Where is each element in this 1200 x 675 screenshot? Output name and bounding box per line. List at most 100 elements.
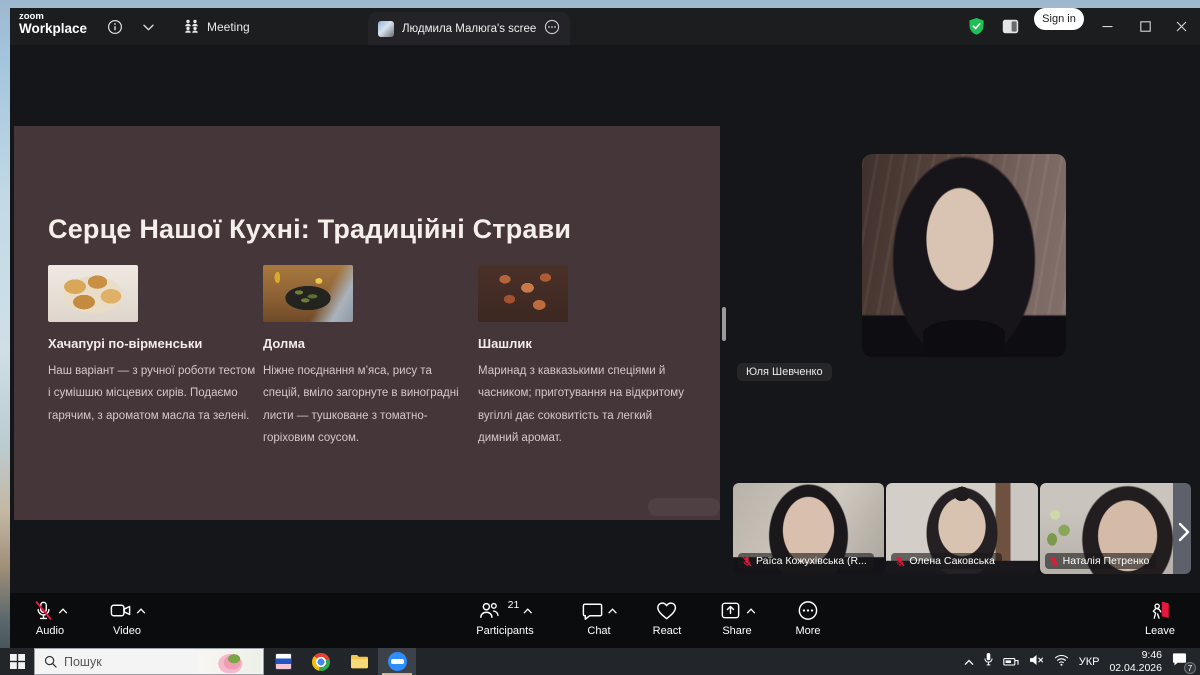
title-bar: zoom Workplace Meeting Людмила Малюга's … — [10, 8, 1200, 45]
tray-time: 9:46 — [1142, 649, 1162, 661]
share-button[interactable]: Share — [719, 598, 756, 637]
shared-screen-scrollbar[interactable] — [722, 307, 726, 341]
dish-description: Ніжне поєднання м’яса, рису та спецій, в… — [263, 360, 471, 450]
dish-description: Маринад з кавказькими спеціями й часнико… — [478, 360, 686, 450]
leave-button[interactable]: Leave — [1145, 598, 1175, 637]
meeting-toolbar: Audio Video 21 Participants — [10, 593, 1200, 648]
volume-muted-icon[interactable] — [1029, 653, 1044, 671]
react-label: React — [653, 625, 682, 637]
hidden-icons-chevron[interactable] — [964, 653, 974, 671]
maximize-button[interactable] — [1130, 8, 1160, 45]
pinned-apps — [264, 648, 416, 675]
audio-label: Audio — [36, 625, 64, 637]
wifi-icon[interactable] — [1054, 653, 1069, 671]
dish-card: Хачапурі по-вірменськи Наш варіант — з р… — [48, 265, 256, 427]
video-button[interactable]: Video — [109, 598, 146, 637]
zoom-window: zoom Workplace Meeting Людмила Малюга's … — [10, 8, 1200, 648]
tab-options-icon[interactable] — [544, 19, 560, 38]
more-button[interactable]: More — [795, 598, 820, 637]
audio-button[interactable]: Audio — [33, 598, 68, 637]
participant-name: Наталія Петренко — [1063, 555, 1150, 567]
system-tray: УКР 9:46 02.04.2026 7 — [964, 648, 1200, 675]
participant-name: Олена Саковська — [909, 555, 995, 567]
floppy-app-icon[interactable] — [264, 648, 302, 675]
mic-muted-icon — [1049, 556, 1059, 567]
video-label: Video — [113, 625, 141, 637]
audio-options-chevron[interactable] — [59, 601, 68, 619]
participant-name-badge: Наталія Петренко — [1045, 553, 1157, 569]
layout-panel-icon[interactable] — [998, 8, 1022, 45]
share-options-chevron[interactable] — [747, 601, 756, 619]
clock[interactable]: 9:46 02.04.2026 — [1109, 649, 1162, 674]
participants-icon: 21 — [478, 598, 533, 622]
next-videos-chevron[interactable] — [1173, 519, 1195, 545]
meeting-tab-label: Meeting — [207, 20, 250, 34]
dish-name: Хачапурі по-вірменськи — [48, 336, 256, 351]
desktop: zoom Workplace Meeting Людмила Малюга's … — [0, 0, 1200, 675]
more-label: More — [795, 625, 820, 637]
dish-name: Долма — [263, 336, 471, 351]
participant-video[interactable]: Раїса Кожухівська (R... — [733, 483, 884, 574]
participant-name-badge: Раїса Кожухівська (R... — [738, 553, 874, 569]
meeting-main-area: Серце Нашої Кухні: Традиційні Страви Хач… — [10, 45, 1200, 593]
chrome-icon[interactable] — [302, 648, 340, 675]
react-button[interactable]: React — [653, 598, 682, 637]
zoom-taskbar-icon[interactable] — [378, 648, 416, 675]
search-icon — [44, 655, 57, 668]
sign-in-button[interactable]: Sign in — [1034, 8, 1084, 30]
shared-screen-content: Серце Нашої Кухні: Традиційні Страви Хач… — [14, 126, 720, 520]
meeting-info-icon[interactable] — [105, 17, 125, 37]
zoom-workplace-logo: zoom Workplace — [19, 12, 87, 36]
notification-count-badge: 7 — [1184, 662, 1196, 674]
video-options-chevron[interactable] — [137, 601, 146, 619]
speaker-video[interactable] — [862, 154, 1066, 357]
chat-options-chevron[interactable] — [608, 601, 617, 619]
dish-card: Шашлик Маринад з кавказькими спеціями й … — [478, 265, 686, 450]
tab-shared-screen[interactable]: Людмила Малюга's screen — [368, 12, 570, 45]
speaker-name-badge: Юля Шевченко — [737, 363, 832, 381]
chat-button[interactable]: Chat — [581, 598, 617, 637]
minimize-button[interactable] — [1092, 8, 1122, 45]
participant-video[interactable]: Олена Саковська — [886, 483, 1037, 574]
close-button[interactable] — [1166, 8, 1196, 45]
more-ellipsis-icon — [797, 598, 820, 622]
heart-icon — [655, 598, 679, 622]
dish-card: Долма Ніжне поєднання м’яса, рису та спе… — [263, 265, 471, 450]
notification-center-icon[interactable]: 7 — [1172, 652, 1192, 671]
microphone-muted-icon — [33, 598, 68, 622]
chat-bubble-icon — [581, 598, 617, 622]
search-input[interactable] — [64, 655, 174, 669]
share-label: Share — [722, 625, 751, 637]
tab-meeting[interactable]: Meeting — [175, 8, 258, 45]
start-button[interactable] — [0, 648, 34, 675]
participant-name: Раїса Кожухівська (R... — [756, 555, 867, 567]
shashlik-photo — [478, 265, 568, 322]
security-shield-icon[interactable] — [964, 8, 988, 45]
participants-button[interactable]: 21 Participants — [476, 598, 533, 637]
participants-count-badge: 21 — [508, 599, 520, 611]
leave-door-icon — [1148, 598, 1172, 622]
language-indicator[interactable]: УКР — [1079, 656, 1100, 668]
chevron-down-icon[interactable] — [138, 17, 158, 37]
meeting-people-icon — [183, 18, 200, 36]
logo-text-workplace: Workplace — [19, 22, 87, 36]
tray-microphone-icon[interactable] — [984, 652, 993, 671]
participant-filmstrip: Раїса Кожухівська (R... Олена Саковська … — [733, 483, 1191, 574]
participants-options-chevron[interactable] — [523, 601, 532, 619]
share-screen-icon — [719, 598, 756, 622]
dolma-photo — [263, 265, 353, 322]
windows-taskbar: УКР 9:46 02.04.2026 7 — [0, 648, 1200, 675]
taskbar-search[interactable] — [34, 648, 264, 675]
leave-label: Leave — [1145, 625, 1175, 637]
tray-hardware-icon[interactable] — [1003, 653, 1019, 671]
tray-date: 02.04.2026 — [1109, 662, 1162, 674]
search-daily-image[interactable] — [197, 650, 261, 673]
participants-label: Participants — [476, 625, 533, 637]
file-explorer-icon[interactable] — [340, 648, 378, 675]
shared-screen-tab-label: Людмила Малюга's screen — [402, 23, 536, 35]
participant-name-badge: Олена Саковська — [891, 553, 1002, 569]
dish-name: Шашлик — [478, 336, 686, 351]
participant-video[interactable]: Наталія Петренко — [1040, 483, 1191, 574]
dish-description: Наш варіант — з ручної роботи тестом і с… — [48, 360, 256, 427]
chat-label: Chat — [587, 625, 610, 637]
